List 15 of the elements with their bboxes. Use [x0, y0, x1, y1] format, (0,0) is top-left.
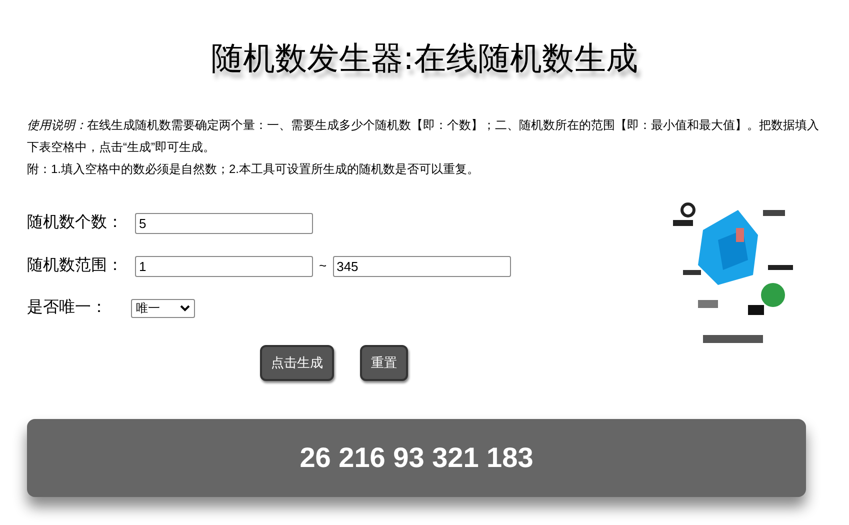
- result-numbers: 26 216 93 321 183: [300, 441, 534, 475]
- instruction-text: 使用说明：在线生成随机数需要确定两个量：一、需要生成多少个随机数【即：个数】；二、随机数所在的范围【即：最小值和最大值】。把数据填入下表空格中，点击“生成”即可生成。: [27, 117, 820, 156]
- reset-button[interactable]: 重置: [360, 345, 408, 381]
- unique-select[interactable]: 唯一: [131, 298, 195, 318]
- count-label: 随机数个数：: [27, 213, 124, 233]
- range-label: 随机数范围：: [27, 256, 124, 276]
- chevron-down-icon: [180, 304, 190, 312]
- max-field[interactable]: 345: [332, 256, 511, 276]
- page-title: 随机数发生器:在线随机数生成: [211, 38, 638, 79]
- range-separator: ~: [319, 257, 327, 276]
- count-field[interactable]: 5: [135, 212, 313, 234]
- min-field[interactable]: 1: [135, 256, 313, 276]
- note-text: 附：1.填入空格中的数必须是自然数；2.本工具可设置所生成的随机数是否可以重复。: [27, 161, 480, 178]
- generate-button[interactable]: 点击生成: [260, 345, 334, 381]
- unique-label: 是否唯一：: [27, 298, 108, 318]
